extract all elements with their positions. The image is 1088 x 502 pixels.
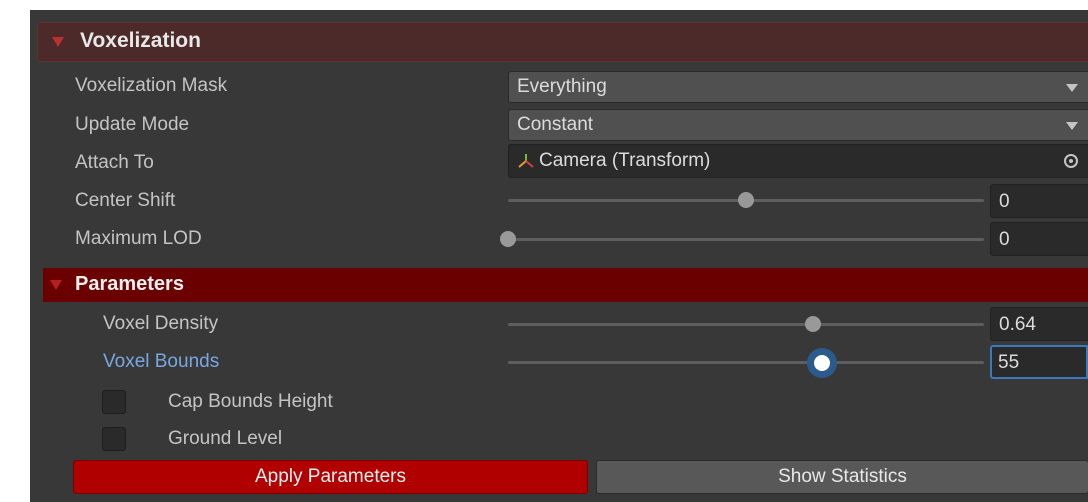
update-mode-label: Update Mode <box>75 114 190 135</box>
maximum-lod-input[interactable]: 0 <box>990 222 1088 256</box>
voxelization-foldout-header[interactable]: Voxelization <box>37 22 1088 62</box>
center-shift-input[interactable]: 0 <box>990 184 1088 218</box>
parameters-foldout-header[interactable]: Parameters <box>43 268 1088 302</box>
update-mode-dropdown[interactable]: Constant <box>508 109 1088 141</box>
attach-to-value: Camera (Transform) <box>539 150 711 171</box>
voxel-density-value: 0.64 <box>999 314 1036 335</box>
cap-bounds-height-checkbox[interactable] <box>102 390 126 414</box>
voxel-bounds-slider-thumb[interactable] <box>807 348 838 378</box>
foldout-arrow-icon[interactable] <box>50 280 62 290</box>
object-picker-icon[interactable] <box>1064 154 1078 168</box>
voxelization-mask-value: Everything <box>517 76 607 97</box>
voxel-bounds-slider-track[interactable] <box>508 361 984 364</box>
voxel-bounds-label: Voxel Bounds <box>103 351 220 372</box>
dropdown-arrow-icon <box>1066 84 1078 92</box>
maximum-lod-value: 0 <box>999 229 1010 250</box>
voxel-bounds-value: 55 <box>998 352 1020 373</box>
ground-level-label: Ground Level <box>168 428 283 449</box>
cap-bounds-height-label: Cap Bounds Height <box>168 391 333 412</box>
center-shift-label: Center Shift <box>75 190 176 211</box>
attach-to-label: Attach To <box>75 152 154 173</box>
voxel-density-slider-thumb[interactable] <box>804 316 821 332</box>
transform-axes-icon <box>518 154 534 168</box>
voxel-density-input[interactable]: 0.64 <box>990 307 1088 341</box>
ground-level-checkbox[interactable] <box>102 427 126 451</box>
slider-thumb-knob <box>814 355 831 371</box>
parameters-title: Parameters <box>75 273 184 295</box>
maximum-lod-slider-track[interactable] <box>508 238 984 241</box>
dropdown-arrow-icon <box>1066 122 1078 130</box>
show-statistics-button[interactable]: Show Statistics <box>596 460 1088 494</box>
voxelization-mask-label: Voxelization Mask <box>75 75 228 96</box>
voxel-bounds-input[interactable]: 55 <box>990 345 1088 379</box>
center-shift-value: 0 <box>999 191 1010 212</box>
attach-to-object-field[interactable]: Camera (Transform) <box>508 144 1088 178</box>
voxel-density-label: Voxel Density <box>103 313 219 334</box>
maximum-lod-label: Maximum LOD <box>75 228 202 249</box>
apply-parameters-button[interactable]: Apply Parameters <box>73 460 588 494</box>
section-title: Voxelization <box>80 29 201 52</box>
center-shift-slider-thumb[interactable] <box>738 192 754 208</box>
foldout-arrow-icon[interactable] <box>52 37 64 47</box>
maximum-lod-slider-thumb[interactable] <box>500 231 516 247</box>
voxel-density-slider-track[interactable] <box>508 323 984 326</box>
voxelization-mask-dropdown[interactable]: Everything <box>508 71 1088 103</box>
update-mode-value: Constant <box>517 114 594 135</box>
